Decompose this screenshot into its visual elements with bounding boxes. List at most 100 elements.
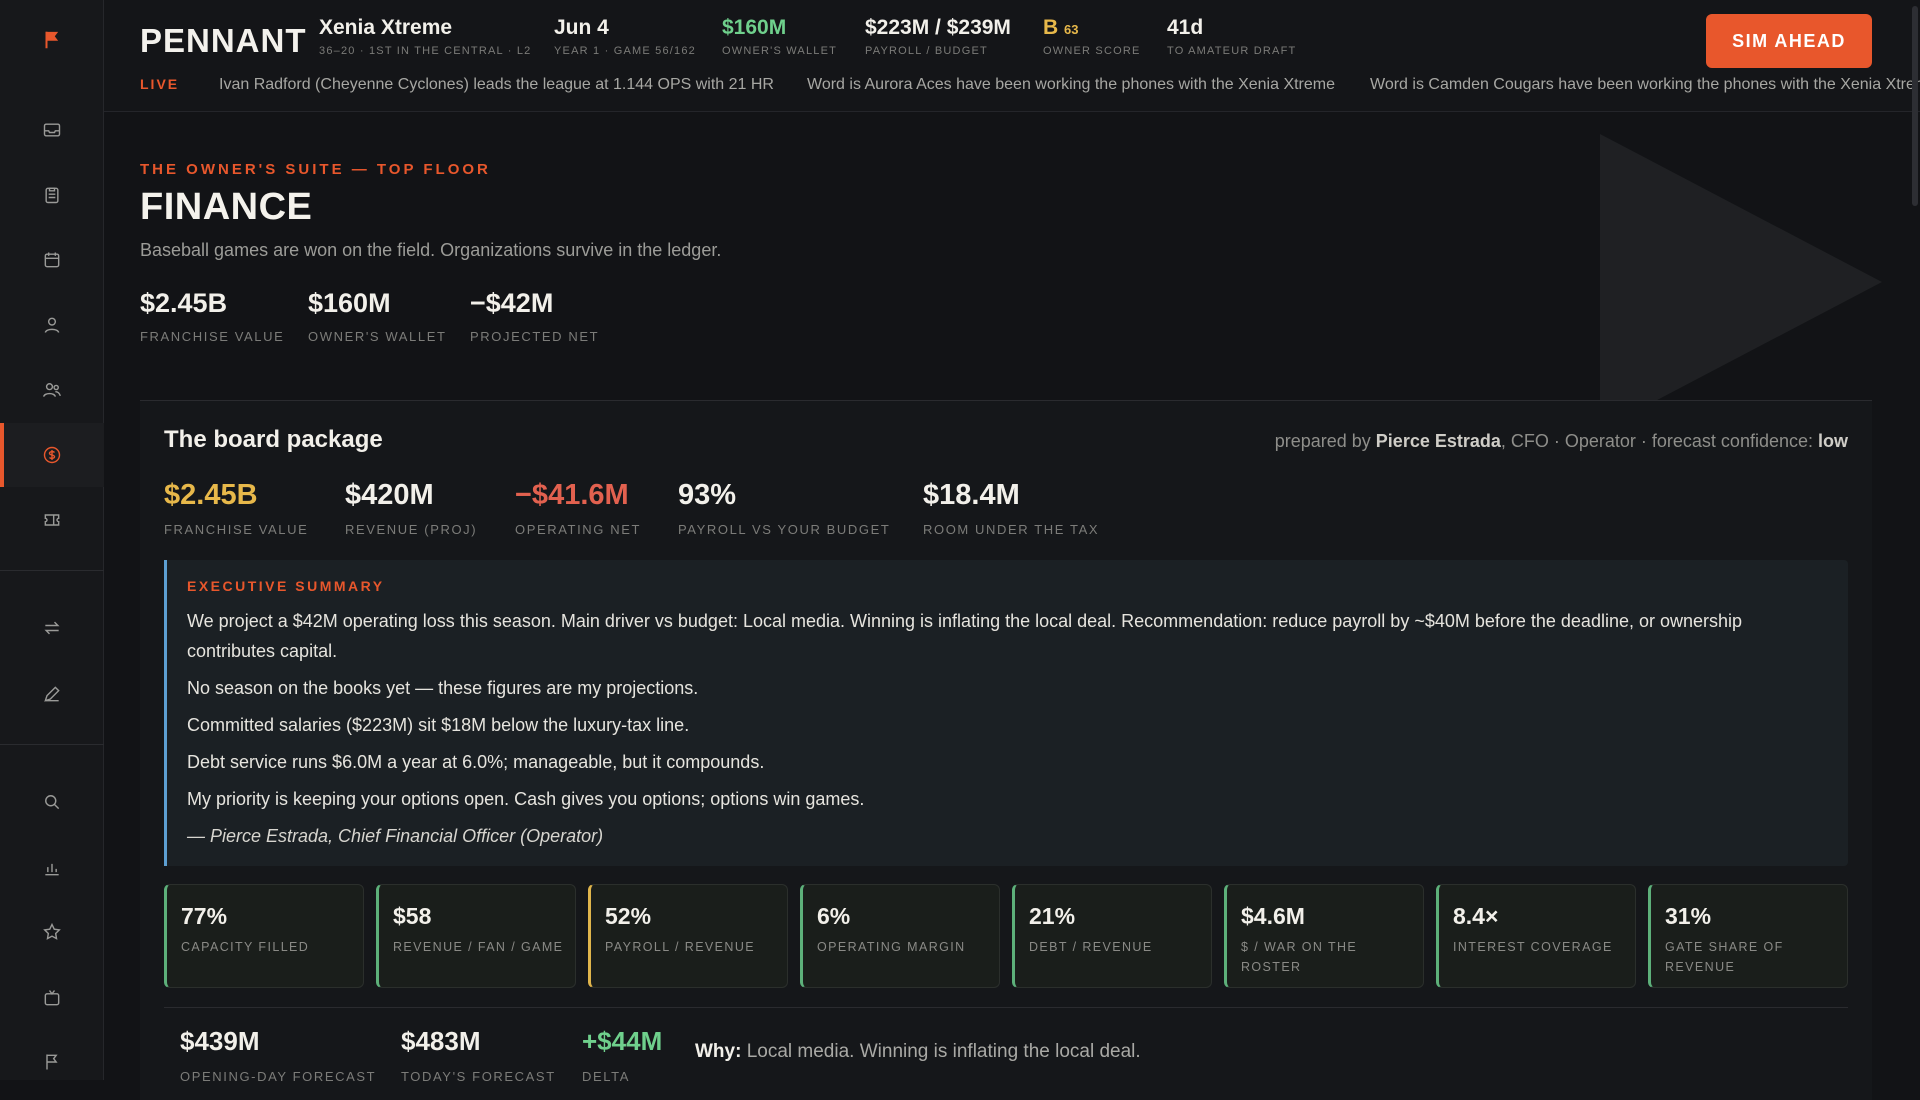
flag-logo-icon[interactable] [0,8,104,72]
ratio-label: INTEREST COVERAGE [1453,940,1613,954]
ratio-label: OPERATING MARGIN [817,940,966,954]
pencil-icon[interactable] [0,662,104,726]
ratio-value: $4.6M [1241,903,1305,929]
finance-dollar-icon[interactable] [0,423,104,487]
ratio-label: GATE SHARE OF REVENUE [1665,940,1784,974]
summary-line: Committed salaries ($223M) sit $18M belo… [187,715,690,735]
date-stat: Jun 4 YEAR 1 · GAME 56/162 [554,16,696,57]
header-stat-label: PROJECTED NET [470,329,600,344]
forecast-label: TODAY'S FORECAST [401,1069,556,1084]
star-icon[interactable] [0,900,104,964]
draft-stat: 41d TO AMATEUR DRAFT [1167,16,1296,57]
ratio-value: 8.4× [1453,903,1499,929]
board-stat-value: 93% [678,479,737,511]
wallet-stat: $160M OWNER'S WALLET [722,16,837,57]
owner-score-stat: B 63 OWNER SCORE [1043,16,1141,57]
play-watermark-icon [1600,134,1882,430]
sim-ahead-button[interactable]: SIM AHEAD [1706,14,1872,68]
board-stat: $18.4M ROOM UNDER THE TAX [923,479,1099,537]
board-stat-value: $2.45B [164,479,258,511]
owner-score-grade: B [1043,16,1059,39]
ratio-value: 6% [817,903,851,929]
summary-line: My priority is keeping your options open… [187,789,865,809]
owner-score-label: OWNER SCORE [1043,45,1141,57]
board-stat: −$41.6M OPERATING NET [515,479,641,537]
summary-line: Debt service runs $6.0M a year at 6.0%; … [187,752,765,772]
ticket-icon[interactable] [0,488,104,552]
ratio-cards: 77% CAPACITY FILLED $58 REVENUE / FAN / … [164,884,1848,988]
sidebar-divider [0,570,104,571]
ratio-label: REVENUE / FAN / GAME [393,940,564,954]
board-stat: $420M REVENUE (PROJ) [345,479,477,537]
clipboard-icon[interactable] [0,163,104,227]
sidebar [0,0,104,1080]
news-ticker: LIVE Ivan Radford (Cheyenne Cyclones) le… [140,76,1920,98]
executive-summary: EXECUTIVE SUMMARY We project a $42M oper… [164,560,1848,866]
ratio-value: 52% [605,903,652,929]
page-title: FINANCE [140,186,313,228]
trade-arrows-icon[interactable] [0,596,104,660]
header-stat: −$42M PROJECTED NET [470,288,599,344]
section-divider [164,1007,1848,1008]
calendar-icon[interactable] [0,228,104,292]
board-stat-label: PAYROLL VS YOUR BUDGET [678,522,891,537]
header-stat: $160M OWNER'S WALLET [308,288,447,344]
ratio-label: $ / WAR ON THE ROSTER [1241,940,1358,974]
people-icon[interactable] [0,358,104,422]
ratio-card[interactable]: 77% CAPACITY FILLED [164,884,364,988]
live-badge: LIVE [140,76,180,92]
header-stat-value: $2.45B [140,288,228,318]
flag-icon[interactable] [0,1030,104,1094]
forecast-stat: +$44M DELTA [582,1026,662,1084]
forecast-why: Why: Local media. Winning is inflating t… [695,1041,1141,1063]
ratio-card[interactable]: 6% OPERATING MARGIN [800,884,1000,988]
page-scrollbar[interactable] [1912,6,1918,206]
forecast-label: OPENING-DAY FORECAST [180,1069,377,1084]
payroll-stat: $223M / $239M PAYROLL / BUDGET [865,16,1011,57]
forecast-value: $483M [401,1026,481,1056]
ratio-card[interactable]: 52% PAYROLL / REVENUE [588,884,788,988]
board-package: The board package prepared by Pierce Est… [140,400,1872,1100]
payroll-value: $223M / $239M [865,16,1011,39]
bar-chart-icon[interactable] [0,836,104,900]
prepared-prefix: prepared by [1274,431,1376,451]
ticker-item[interactable]: Word is Camden Cougars have been working… [1370,76,1920,94]
owner-score-number: 63 [1064,22,1079,37]
ticker-item[interactable]: Word is Aurora Aces have been working th… [807,76,1335,94]
summary-eyebrow: EXECUTIVE SUMMARY [187,578,385,594]
board-stat: 93% PAYROLL VS YOUR BUDGET [678,479,890,537]
ratio-card[interactable]: 31% GATE SHARE OF REVENUE [1648,884,1848,988]
ratio-card[interactable]: 8.4× INTEREST COVERAGE [1436,884,1636,988]
tv-icon[interactable] [0,966,104,1030]
team-stat[interactable]: Xenia Xtreme 36–20 · 1ST IN THE CENTRAL … [319,16,531,57]
wallet-label: OWNER'S WALLET [722,45,838,57]
owner-score-value: B 63 [1043,16,1141,40]
board-title: The board package [164,426,383,453]
search-icon[interactable] [0,770,104,834]
ratio-card[interactable]: $4.6M $ / WAR ON THE ROSTER [1224,884,1424,988]
ticker-item[interactable]: Ivan Radford (Cheyenne Cyclones) leads t… [219,76,774,94]
ratio-value: 21% [1029,903,1076,929]
board-stat-value: $18.4M [923,479,1020,511]
sidebar-divider [0,744,104,745]
ratio-value: $58 [393,903,432,929]
ratio-value: 77% [181,903,228,929]
ratio-label: CAPACITY FILLED [181,940,310,954]
summary-line: No season on the books yet — these figur… [187,678,699,698]
person-icon[interactable] [0,293,104,357]
ratio-card[interactable]: $58 REVENUE / FAN / GAME [376,884,576,988]
team-record: 36–20 · 1ST IN THE CENTRAL · L2 [319,45,532,57]
ratio-card[interactable]: 21% DEBT / REVENUE [1012,884,1212,988]
board-stat-label: OPERATING NET [515,522,642,537]
board-stat: $2.45B FRANCHISE VALUE [164,479,308,537]
app-brand[interactable]: PENNANT [140,22,307,60]
top-bar: PENNANT Xenia Xtreme 36–20 · 1ST IN THE … [104,0,1920,112]
header-stat-value: $160M [308,288,391,318]
payroll-label: PAYROLL / BUDGET [865,45,988,57]
forecast-stat: $483M TODAY'S FORECAST [401,1026,556,1084]
inbox-icon[interactable] [0,98,104,162]
cfo-name: Pierce Estrada [1375,431,1501,451]
header-stat-label: FRANCHISE VALUE [140,329,285,344]
current-date: Jun 4 [554,16,609,39]
board-stat-label: FRANCHISE VALUE [164,522,309,537]
